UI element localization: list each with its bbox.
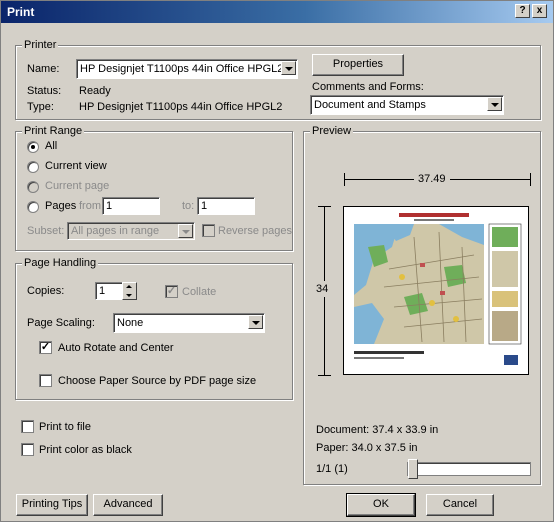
print-dialog: Print ? x Printer Name: HP Designjet T11… (0, 0, 554, 522)
cancel-button[interactable]: Cancel (426, 494, 494, 516)
printer-name-select[interactable]: HP Designjet T1100ps 44in Office HPGL2 (76, 59, 298, 79)
range-pages-label: Pages (45, 200, 77, 212)
advanced-button[interactable]: Advanced (93, 494, 163, 516)
collate-checkbox[interactable]: ✓ (165, 285, 178, 298)
width-dimension-label: 37.49 (414, 173, 450, 185)
preview-page (343, 206, 529, 375)
page-scaling-select[interactable]: None (113, 313, 265, 333)
chevron-down-icon[interactable] (178, 224, 193, 238)
range-current-view-radio[interactable] (27, 161, 39, 173)
document-size-text: Document: 37.4 x 33.9 in (316, 424, 439, 436)
print-color-black-label: Print color as black (39, 444, 132, 456)
page-scaling-value: None (117, 317, 144, 329)
print-to-file-label: Print to file (39, 421, 91, 433)
range-all-label: All (45, 140, 58, 152)
window-title: Print (7, 5, 35, 19)
chevron-down-icon[interactable] (281, 61, 296, 75)
ok-button[interactable]: OK (346, 493, 416, 517)
subset-label: Subset: (27, 225, 65, 237)
page-counter-text: 1/1 (1) (316, 463, 348, 475)
auto-rotate-checkbox[interactable]: ✓ (39, 341, 52, 354)
range-current-page-label: Current page (45, 180, 110, 192)
reverse-pages-checkbox[interactable] (202, 224, 215, 237)
help-button[interactable]: ? (515, 4, 530, 18)
page-scroll-track[interactable] (407, 459, 531, 479)
printer-name-value: HP Designjet T1100ps 44in Office HPGL2 (80, 63, 284, 75)
page-scaling-label: Page Scaling: (27, 317, 95, 329)
range-from-label: from: (79, 200, 105, 212)
properties-button[interactable]: Properties (312, 54, 404, 76)
comments-forms-label: Comments and Forms: (312, 81, 424, 93)
print-color-black-checkbox[interactable] (21, 443, 34, 456)
range-to-input[interactable]: 1 (197, 197, 255, 215)
choose-paper-checkbox[interactable] (39, 374, 52, 387)
copies-label: Copies: (27, 285, 65, 297)
height-dimension-tick-top (318, 206, 331, 207)
range-to-label: to: (182, 200, 195, 212)
comments-forms-value: Document and Stamps (314, 99, 426, 111)
auto-rotate-label: Auto Rotate and Center (58, 342, 174, 354)
page-handling-legend: Page Handling (22, 257, 99, 269)
width-dimension-tick-right (530, 173, 531, 186)
range-current-view-label: Current view (45, 160, 107, 172)
page-scroll-thumb[interactable] (408, 459, 418, 479)
width-dimension-tick-left (344, 173, 345, 186)
close-button[interactable]: x (532, 4, 547, 18)
collate-label: Collate (182, 286, 217, 298)
printer-status-value: Ready (79, 85, 111, 97)
copies-input[interactable]: 1 (95, 282, 123, 300)
chevron-down-icon[interactable] (248, 315, 263, 329)
choose-paper-label: Choose Paper Source by PDF page size (58, 375, 257, 387)
subset-value: All pages in range (71, 225, 160, 237)
printer-name-label: Name: (27, 63, 60, 75)
range-from-input[interactable]: 1 (102, 197, 160, 215)
height-dimension-label: 34 (316, 281, 329, 297)
printer-status-label: Status: (27, 85, 62, 97)
preview-legend: Preview (310, 125, 354, 137)
chevron-down-icon[interactable] (487, 97, 502, 111)
printer-type-value: HP Designjet T1100ps 44in Office HPGL2 (79, 101, 283, 113)
map-thumbnail-image (344, 207, 528, 374)
paper-size-text: Paper: 34.0 x 37.5 in (316, 442, 418, 454)
printing-tips-button[interactable]: Printing Tips (16, 494, 88, 516)
comments-forms-select[interactable]: Document and Stamps (310, 95, 504, 115)
printer-legend: Printer (22, 39, 59, 51)
title-bar: Print ? x (1, 1, 553, 23)
printer-type-label: Type: (27, 101, 54, 113)
subset-select[interactable]: All pages in range (67, 222, 195, 240)
print-to-file-checkbox[interactable] (21, 420, 34, 433)
height-dimension-tick-bottom (318, 375, 331, 376)
range-current-page-radio[interactable] (27, 181, 39, 193)
reverse-pages-label: Reverse pages (218, 225, 292, 237)
print-range-legend: Print Range (22, 125, 85, 137)
copies-stepper[interactable] (122, 282, 137, 300)
range-all-radio[interactable] (27, 141, 39, 153)
range-pages-radio[interactable] (27, 201, 39, 213)
